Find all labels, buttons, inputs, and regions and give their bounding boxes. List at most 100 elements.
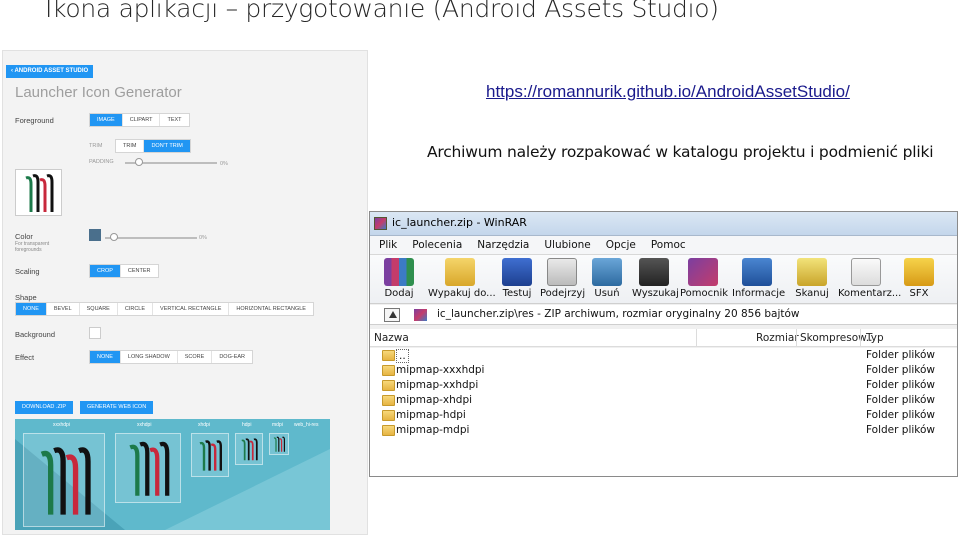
- menu-polecenia[interactable]: Polecenia: [403, 236, 468, 254]
- logo-icon: [241, 438, 258, 461]
- effect-dog-ear-option[interactable]: DOG-EAR: [212, 351, 252, 363]
- toolbar-informacje-button[interactable]: Informacje: [732, 258, 785, 299]
- menu-pomoc[interactable]: Pomoc: [642, 236, 692, 254]
- column-divider[interactable]: [860, 329, 861, 347]
- toolbar-pomocnik-button[interactable]: Pomocnik: [680, 258, 728, 299]
- scaling-options: CROP CENTER: [89, 264, 159, 278]
- shape-horizontal-rectangle-option[interactable]: HORIZONTAL RECTANGLE: [229, 303, 313, 315]
- find-binoculars-icon: [639, 258, 669, 286]
- logo-icon: [129, 441, 170, 496]
- wizard-icon: [688, 258, 718, 286]
- dont-trim-option[interactable]: DON'T TRIM: [144, 140, 190, 152]
- density-label-xhdpi: xhdpi: [198, 422, 210, 428]
- shape-vertical-rectangle-option[interactable]: VERTICAL RECTANGLE: [153, 303, 230, 315]
- xxxhdpi-icon-preview: [23, 433, 105, 527]
- menu-opcje[interactable]: Opcje: [597, 236, 642, 254]
- effect-score-option[interactable]: SCORE: [178, 351, 213, 363]
- foreground-text-option[interactable]: TEXT: [160, 114, 188, 126]
- logo-icon: [40, 447, 91, 515]
- winrar-menubar: Plik Polecenia Narzędzia Ulubione Opcje …: [370, 236, 957, 254]
- toolbar-usun-button[interactable]: Usuń: [592, 258, 622, 299]
- column-divider[interactable]: [696, 329, 697, 347]
- file-list-header: Nazwa Rozmiar Skompresow... Typ: [370, 329, 957, 347]
- view-glasses-icon: [547, 258, 577, 286]
- xhdpi-icon-preview: [191, 433, 229, 477]
- list-item[interactable]: mipmap-xhdpi Folder plików: [370, 393, 957, 408]
- toolbar-komentarz-button[interactable]: Komentarz...: [838, 258, 901, 299]
- column-skompresowany[interactable]: Skompresow...: [800, 332, 876, 344]
- list-item[interactable]: .. Folder plików: [370, 348, 957, 363]
- shape-square-option[interactable]: SQUARE: [80, 303, 118, 315]
- column-nazwa[interactable]: Nazwa: [374, 332, 409, 344]
- toolbar-skanuj-button[interactable]: Skanuj: [794, 258, 830, 299]
- generate-web-icon-button[interactable]: GENERATE WEB ICON: [80, 401, 154, 414]
- color-slider-knob[interactable]: [110, 233, 119, 241]
- add-books-icon: [384, 258, 414, 286]
- delete-recycle-icon: [592, 258, 622, 286]
- menu-narzedzia[interactable]: Narzędzia: [468, 236, 535, 254]
- trim-options: TRIM DON'T TRIM: [115, 139, 191, 153]
- shape-options: NONE BEVEL SQUARE CIRCLE VERTICAL RECTAN…: [15, 302, 314, 316]
- extract-folder-icon: [445, 258, 475, 286]
- color-value: 0%: [199, 235, 207, 241]
- shape-circle-option[interactable]: CIRCLE: [118, 303, 154, 315]
- color-swatch[interactable]: [89, 229, 101, 241]
- column-typ[interactable]: Typ: [866, 332, 884, 344]
- density-label-web-hi-res: web_hi-res: [294, 422, 319, 428]
- toolbar-sfx-button[interactable]: SFX: [904, 258, 934, 299]
- column-rozmiar[interactable]: Rozmiar: [756, 332, 799, 344]
- toolbar-podejrzyj-button[interactable]: Podejrzyj: [540, 258, 585, 299]
- shape-bevel-option[interactable]: BEVEL: [47, 303, 80, 315]
- sfx-star-icon: [904, 258, 934, 286]
- toolbar-dodaj-button[interactable]: Dodaj: [378, 258, 420, 299]
- scaling-center-option[interactable]: CENTER: [121, 265, 158, 277]
- menu-plik[interactable]: Plik: [370, 236, 403, 254]
- asset-studio-link[interactable]: https://romannurik.github.io/AndroidAsse…: [486, 82, 850, 102]
- slide-title: Ikona aplikacji – przygotowanie (Android…: [45, 0, 719, 23]
- effect-none-option[interactable]: NONE: [90, 351, 121, 363]
- foreground-image-option[interactable]: IMAGE: [90, 114, 123, 126]
- mdpi-icon-preview: [269, 433, 289, 455]
- list-item[interactable]: mipmap-xxxhdpi Folder plików: [370, 363, 957, 378]
- download-zip-button[interactable]: DOWNLOAD .ZIP: [15, 401, 74, 414]
- list-item[interactable]: mipmap-xxhdpi Folder plików: [370, 378, 957, 393]
- back-to-asset-studio-button[interactable]: ‹ ANDROID ASSET STUDIO: [6, 65, 94, 78]
- foreground-clipart-option[interactable]: CLIPART: [123, 114, 161, 126]
- generator-heading: Launcher Icon Generator: [15, 84, 182, 101]
- winrar-path-bar: ic_launcher.zip\res - ZIP archiwum, rozm…: [370, 305, 957, 325]
- toolbar-wyszukaj-button[interactable]: Wyszukaj: [632, 258, 679, 299]
- hdpi-icon-preview: [235, 433, 263, 465]
- padding-slider-knob[interactable]: [134, 158, 143, 166]
- scaling-label: Scaling: [15, 267, 40, 276]
- padding-label: PADDING: [89, 159, 114, 165]
- toolbar-testuj-button[interactable]: Testuj: [500, 258, 534, 299]
- folder-icon: [382, 425, 395, 436]
- column-divider[interactable]: [796, 329, 797, 347]
- shape-none-option[interactable]: NONE: [16, 303, 47, 315]
- list-item[interactable]: mipmap-hdpi Folder plików: [370, 408, 957, 423]
- scaling-crop-option[interactable]: CROP: [90, 265, 121, 277]
- density-preview-area: xxxhdpi xxhdpi xhdpi hdpi mdpi web_hi-re…: [15, 419, 330, 530]
- effect-long-shadow-option[interactable]: LONG SHADOW: [121, 351, 178, 363]
- color-slider[interactable]: [105, 237, 197, 239]
- toolbar-wypakuj-button[interactable]: Wypakuj do...: [428, 258, 496, 299]
- folder-icon: [382, 365, 395, 376]
- winrar-titlebar: ic_launcher.zip - WinRAR: [370, 212, 957, 236]
- shape-label: Shape: [15, 293, 37, 302]
- list-item[interactable]: mipmap-mdpi Folder plików: [370, 423, 957, 438]
- instruction-text: Archiwum należy rozpakować w katalogu pr…: [427, 143, 934, 161]
- density-label-mdpi: mdpi: [272, 422, 283, 428]
- padding-value: 0%: [220, 161, 228, 167]
- menu-ulubione[interactable]: Ulubione: [535, 236, 596, 254]
- background-swatch[interactable]: [89, 327, 101, 339]
- scan-virus-icon: [797, 258, 827, 286]
- winrar-toolbar: Dodaj Wypakuj do... Testuj Podejrzyj Usu…: [370, 254, 957, 304]
- folder-icon: [382, 350, 395, 361]
- trim-option[interactable]: TRIM: [116, 140, 145, 152]
- logo-icon: [25, 174, 54, 212]
- up-folder-button[interactable]: [384, 308, 400, 322]
- comment-icon: [851, 258, 881, 286]
- file-list: .. Folder plików mipmap-xxxhdpi Folder p…: [370, 348, 957, 476]
- logo-icon: [199, 440, 222, 471]
- winrar-window: ic_launcher.zip - WinRAR Plik Polecenia …: [369, 211, 958, 477]
